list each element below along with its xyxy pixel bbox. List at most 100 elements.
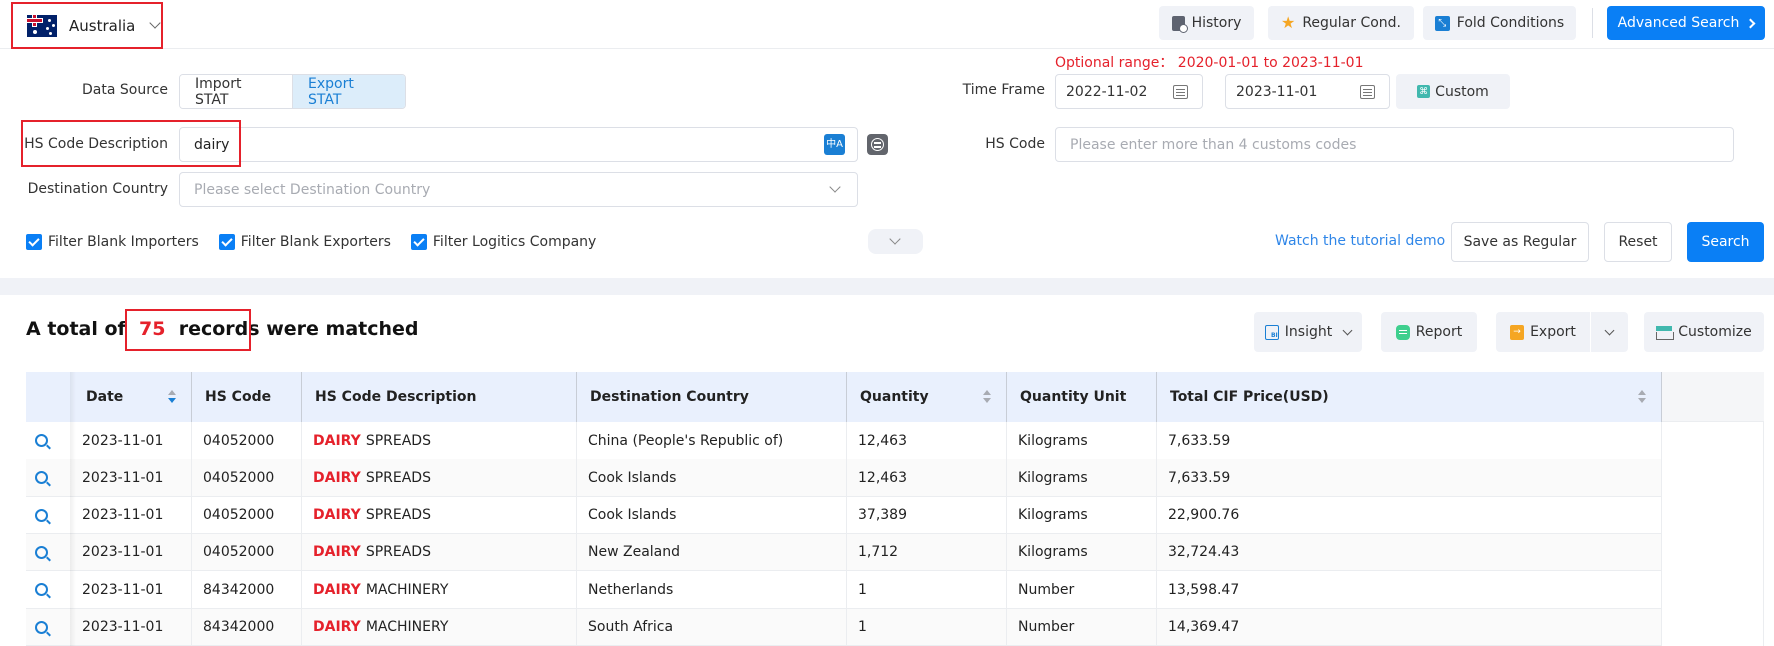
table-row[interactable]: 2023-11-01 04052000 DAIRY SPREADS Cook Islan… [26, 459, 1662, 497]
filter-label: Filter Blank Exporters [240, 234, 391, 250]
advanced-search-label: Advanced Search [1617, 15, 1740, 31]
checkbox-checked-icon [410, 234, 427, 250]
country-name: Australia [69, 16, 136, 35]
export-label: Export [1530, 324, 1576, 340]
cell-price: 32,724.43 [1157, 533, 1662, 571]
header-action-col [26, 372, 70, 422]
chevron-down-icon [1342, 325, 1353, 335]
expand-conditions-button[interactable] [868, 229, 923, 254]
insight-button[interactable]: BI Insight [1254, 312, 1362, 352]
regular-cond-button[interactable]: ★ Regular Cond. [1268, 6, 1414, 40]
cell-date: 2023-11-01 [70, 459, 192, 497]
history-button[interactable]: History [1159, 6, 1254, 40]
cell-country: New Zealand [577, 533, 847, 571]
top-bar: Australia History ★ Regular Cond. ⤡ Fold… [0, 0, 1774, 49]
cell-quantity: 12,463 [847, 459, 1007, 497]
tutorial-demo-link[interactable]: Watch the tutorial demo [1275, 233, 1445, 249]
search-detail-icon[interactable] [35, 545, 48, 559]
cell-date: 2023-11-01 [70, 608, 192, 646]
cell-unit: Number [1007, 571, 1157, 609]
customize-button[interactable]: Customize [1644, 312, 1764, 352]
start-date-input[interactable]: 2022-11-02 [1055, 74, 1203, 109]
cell-date: 2023-11-01 [70, 422, 192, 459]
chevron-down-icon [829, 181, 841, 193]
hs-code-description-input[interactable]: dairy [179, 127, 858, 162]
cell-unit: Kilograms [1007, 422, 1157, 459]
table-row[interactable]: 2023-11-01 04052000 DAIRY SPREADS New Zealan… [26, 533, 1662, 572]
hs-code-input[interactable]: Please enter more than 4 customs codes [1055, 127, 1734, 162]
keyword-highlight: DAIRY [313, 469, 361, 486]
end-date-input[interactable]: 2023-11-01 [1225, 74, 1390, 109]
fold-conditions-button[interactable]: ⤡ Fold Conditions [1423, 6, 1576, 40]
table-row[interactable]: 2023-11-01 84342000 DAIRY MACHINERY Netherla… [26, 571, 1662, 609]
filter-label: Filter Logitics Company [432, 234, 597, 250]
filter-label: Filter Blank Importers [48, 234, 199, 250]
search-detail-icon[interactable] [35, 583, 48, 597]
section-divider [0, 278, 1774, 295]
calendar-icon [1360, 84, 1375, 99]
column-label: Total CIF Price(USD) [1170, 389, 1329, 405]
bi-insight-icon: BI [1264, 324, 1279, 340]
report-label: Report [1415, 324, 1463, 340]
destination-country-select[interactable]: Please select Destination Country [179, 172, 858, 207]
advanced-search-button[interactable]: Advanced Search [1607, 6, 1765, 40]
hs-code-placeholder: Please enter more than 4 customs codes [1070, 136, 1357, 153]
time-frame-label: Time Frame [962, 82, 1045, 98]
table-row[interactable]: 2023-11-01 04052000 DAIRY SPREADS China (Peo… [26, 422, 1662, 460]
column-label: HS Code Description [315, 389, 477, 405]
table-row[interactable]: 2023-11-01 04052000 DAIRY SPREADS Cook Islan… [26, 496, 1662, 535]
row-detail-cell [26, 609, 70, 646]
description-text: MACHINERY [365, 581, 449, 598]
export-icon: → [1510, 324, 1525, 340]
divider [1592, 8, 1593, 38]
synonym-search-icon[interactable] [867, 134, 888, 155]
export-button[interactable]: → Export [1496, 312, 1590, 352]
chevron-down-icon [889, 233, 901, 245]
search-button[interactable]: Search [1687, 222, 1764, 262]
table-row[interactable]: 2023-11-01 84342000 DAIRY MACHINERY South Af… [26, 608, 1662, 646]
calendar-icon [1173, 84, 1188, 99]
column-total-cif-price[interactable]: Total CIF Price(USD) [1157, 372, 1662, 422]
row-detail-cell [26, 459, 70, 496]
keyword-highlight: DAIRY [313, 432, 361, 449]
search-detail-icon[interactable] [35, 508, 48, 522]
country-selector[interactable]: Australia [11, 2, 163, 49]
sort-icon[interactable] [167, 390, 177, 405]
sort-icon[interactable] [1637, 390, 1647, 405]
star-icon: ★ [1280, 13, 1296, 32]
cell-quantity: 1,712 [847, 533, 1007, 571]
column-hs-code: HS Code [192, 372, 302, 422]
end-date-value: 2023-11-01 [1236, 83, 1318, 100]
row-detail-cell [26, 534, 70, 571]
import-stat-option[interactable]: Import STAT [180, 75, 293, 108]
optional-range-note: Optional range： 2020-01-01 to 2023-11-01 [1055, 55, 1364, 71]
cell-date: 2023-11-01 [70, 496, 192, 534]
column-label: Quantity Unit [1020, 389, 1127, 405]
column-quantity[interactable]: Quantity [847, 372, 1007, 422]
search-detail-icon[interactable] [35, 620, 48, 634]
customize-label: Customize [1678, 324, 1752, 340]
cell-price: 13,598.47 [1157, 571, 1662, 609]
table-empty-column [1661, 422, 1764, 646]
australia-flag-icon [27, 14, 57, 37]
sort-icon[interactable] [982, 390, 992, 405]
filter-logistics-company-checkbox[interactable]: Filter Logitics Company [410, 234, 597, 250]
description-text: SPREADS [365, 469, 431, 486]
export-stat-option[interactable]: Export STAT [293, 75, 405, 108]
reset-button[interactable]: Reset [1604, 222, 1672, 262]
export-options-dropdown[interactable] [1591, 312, 1628, 352]
column-date[interactable]: Date [70, 372, 192, 422]
filter-blank-importers-checkbox[interactable]: Filter Blank Importers [26, 234, 199, 250]
filter-blank-exporters-checkbox[interactable]: Filter Blank Exporters [218, 234, 391, 250]
custom-range-button[interactable]: ⌘ Custom [1396, 74, 1510, 109]
cell-hs-code: 04052000 [192, 459, 302, 497]
search-detail-icon[interactable] [35, 471, 48, 485]
translate-icon[interactable]: 中A [824, 134, 845, 155]
search-detail-icon[interactable] [35, 434, 48, 447]
column-destination-country: Destination Country [577, 372, 847, 422]
highlight-box [21, 120, 241, 167]
highlight-box [125, 309, 251, 351]
report-button[interactable]: Report [1381, 312, 1477, 352]
column-label: Destination Country [590, 389, 749, 405]
save-as-regular-button[interactable]: Save as Regular [1451, 222, 1589, 262]
